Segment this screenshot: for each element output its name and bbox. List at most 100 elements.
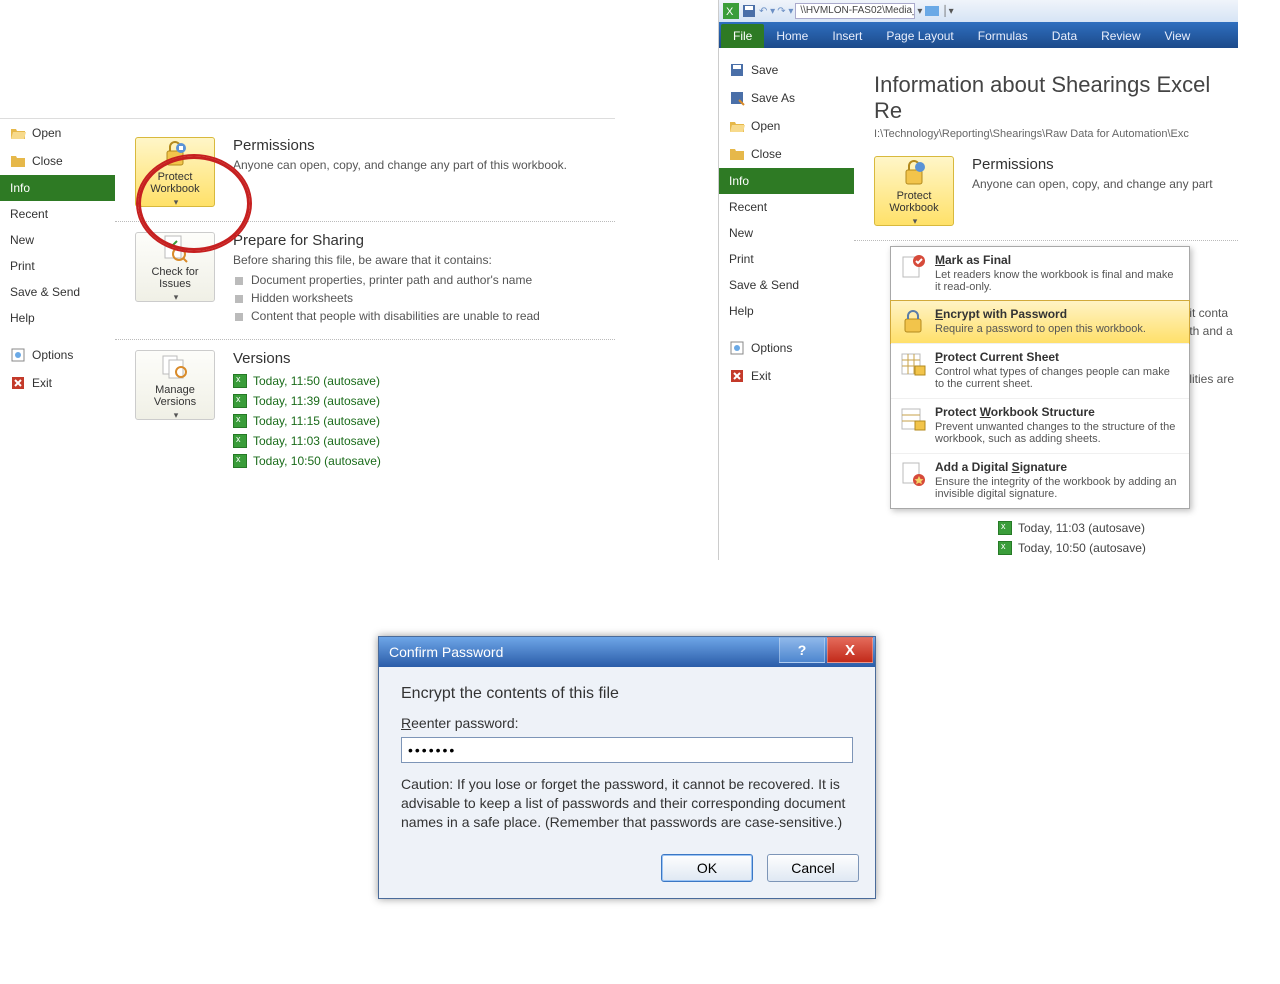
password-input[interactable] [401, 737, 853, 763]
label: Save & Send [729, 278, 799, 292]
redo-icon[interactable]: ↷ ▾ [777, 6, 793, 17]
sidebar-item-exit[interactable]: Exit [0, 369, 115, 397]
sidebar-item-save[interactable]: Save [719, 56, 854, 84]
check-issues-button[interactable]: Check for Issues [135, 232, 215, 302]
inspect-icon [159, 232, 191, 264]
menu-protect-sheet[interactable]: Protect Current SheetControl what types … [891, 343, 1189, 398]
ok-button[interactable]: OK [661, 854, 753, 882]
sidebar-item-new[interactable]: New [719, 220, 854, 246]
workbook-lock-icon [899, 405, 927, 433]
sidebar-item-help[interactable]: Help [719, 298, 854, 324]
tab-review[interactable]: Review [1089, 24, 1152, 48]
label: Protect Workbook [140, 171, 210, 195]
cancel-button[interactable]: Cancel [767, 854, 859, 882]
tab-data[interactable]: Data [1040, 24, 1089, 48]
version-item[interactable]: Today, 11:03 (autosave) [233, 431, 381, 451]
protect-workbook-menu: Mark as FinalLet readers know the workbo… [890, 246, 1190, 509]
tab-insert[interactable]: Insert [820, 24, 874, 48]
sidebar-item-help[interactable]: Help [0, 305, 115, 331]
prepare-title: Prepare for Sharing [233, 232, 540, 249]
sidebar-item-save-send[interactable]: Save & Send [719, 272, 854, 298]
title: Add a Digital Signature [935, 460, 1181, 474]
version-item[interactable]: Today, 11:15 (autosave) [233, 411, 381, 431]
save-icon[interactable] [741, 3, 757, 19]
path-box[interactable]: \\HVMLON-FAS02\Media_Contac [795, 3, 915, 19]
protect-workbook-button[interactable]: Protect Workbook [135, 137, 215, 207]
permissions-title: Permissions [972, 156, 1213, 173]
sidebar-item-open[interactable]: Open [0, 119, 115, 147]
excel-file-icon [233, 374, 247, 388]
label: Open [32, 126, 61, 140]
label: Manage Versions [140, 384, 210, 408]
tab-file[interactable]: File [721, 24, 764, 48]
label: Today, 11:39 (autosave) [253, 394, 380, 408]
qat-extra-icon[interactable] [924, 3, 940, 19]
sidebar-item-info[interactable]: Info [0, 175, 115, 201]
label: Print [10, 259, 35, 273]
dialog-titlebar[interactable]: Confirm Password ? X [379, 637, 875, 667]
dialog-heading: Encrypt the contents of this file [401, 685, 853, 703]
label: Save [751, 63, 778, 77]
tab-view[interactable]: View [1153, 24, 1203, 48]
prepare-bullets: Document properties, printer path and au… [233, 271, 540, 325]
label: Help [729, 304, 754, 318]
version-item[interactable]: Today, 11:03 (autosave) [998, 518, 1146, 538]
version-item[interactable]: Today, 10:50 (autosave) [233, 451, 381, 471]
sidebar-item-close[interactable]: Close [719, 140, 854, 168]
signature-icon [899, 460, 927, 488]
qat-customize-icon[interactable]: │▾ [942, 6, 953, 17]
save-as-icon [729, 90, 745, 106]
manage-versions-button[interactable]: Manage Versions [135, 350, 215, 420]
excel-file-icon [233, 434, 247, 448]
tab-formulas[interactable]: Formulas [966, 24, 1040, 48]
label: Save & Send [10, 285, 80, 299]
menu-mark-as-final[interactable]: Mark as FinalLet readers know the workbo… [891, 247, 1189, 301]
tab-home[interactable]: Home [764, 24, 820, 48]
lock-shield-icon [159, 137, 191, 169]
mark-final-icon [899, 253, 927, 281]
label: Today, 10:50 (autosave) [1018, 541, 1146, 555]
help-button[interactable]: ? [779, 637, 825, 663]
sidebar-item-print[interactable]: Print [0, 253, 115, 279]
version-item[interactable]: Today, 11:50 (autosave) [233, 371, 381, 391]
protect-workbook-button[interactable]: Protect Workbook [874, 156, 954, 226]
sidebar-item-options[interactable]: Options [719, 334, 854, 362]
label: Protect Workbook [879, 190, 949, 214]
version-item[interactable]: Today, 10:50 (autosave) [998, 538, 1146, 558]
options-icon [10, 347, 26, 363]
sidebar-item-close[interactable]: Close [0, 147, 115, 175]
sidebar-item-open[interactable]: Open [719, 112, 854, 140]
menu-encrypt-password[interactable]: Encrypt with PasswordRequire a password … [890, 300, 1190, 344]
sidebar-item-info[interactable]: Info [719, 168, 854, 194]
file-sidebar: Open Close Info Recent New Print Save & … [0, 119, 115, 550]
sidebar-item-save-send[interactable]: Save & Send [0, 279, 115, 305]
sidebar-item-recent[interactable]: Recent [0, 201, 115, 227]
tab-page-layout[interactable]: Page Layout [874, 24, 965, 48]
undo-icon[interactable]: ↶ ▾ [759, 6, 775, 17]
label: Today, 11:03 (autosave) [1018, 521, 1145, 535]
file-path: I:\Technology\Reporting\Shearings\Raw Da… [874, 128, 1238, 140]
label: Info [729, 174, 749, 188]
caution-text: Caution: If you lose or forget the passw… [401, 775, 853, 832]
sidebar-item-recent[interactable]: Recent [719, 194, 854, 220]
label: Close [751, 147, 782, 161]
save-icon [729, 62, 745, 78]
menu-protect-structure[interactable]: Protect Workbook StructurePrevent unwant… [891, 398, 1189, 453]
sidebar-item-new[interactable]: New [0, 227, 115, 253]
sidebar-item-options[interactable]: Options [0, 341, 115, 369]
menu-digital-signature[interactable]: Add a Digital SignatureEnsure the integr… [891, 453, 1189, 508]
label: Options [751, 341, 792, 355]
lock-shield-icon [898, 156, 930, 188]
sidebar-item-exit[interactable]: Exit [719, 362, 854, 390]
password-label: Reenter password: [401, 715, 853, 731]
info-header: Information about Shearings Excel Re I:\… [854, 56, 1238, 146]
excel-file-icon [998, 521, 1012, 535]
close-button[interactable]: X [827, 637, 873, 663]
excel-file-icon [998, 541, 1012, 555]
excel-file-icon [233, 454, 247, 468]
sidebar-item-print[interactable]: Print [719, 246, 854, 272]
sidebar-item-saveas[interactable]: Save As [719, 84, 854, 112]
dropdown-icon[interactable]: ▾ [917, 6, 922, 17]
label: New [10, 233, 34, 247]
version-item[interactable]: Today, 11:39 (autosave) [233, 391, 381, 411]
